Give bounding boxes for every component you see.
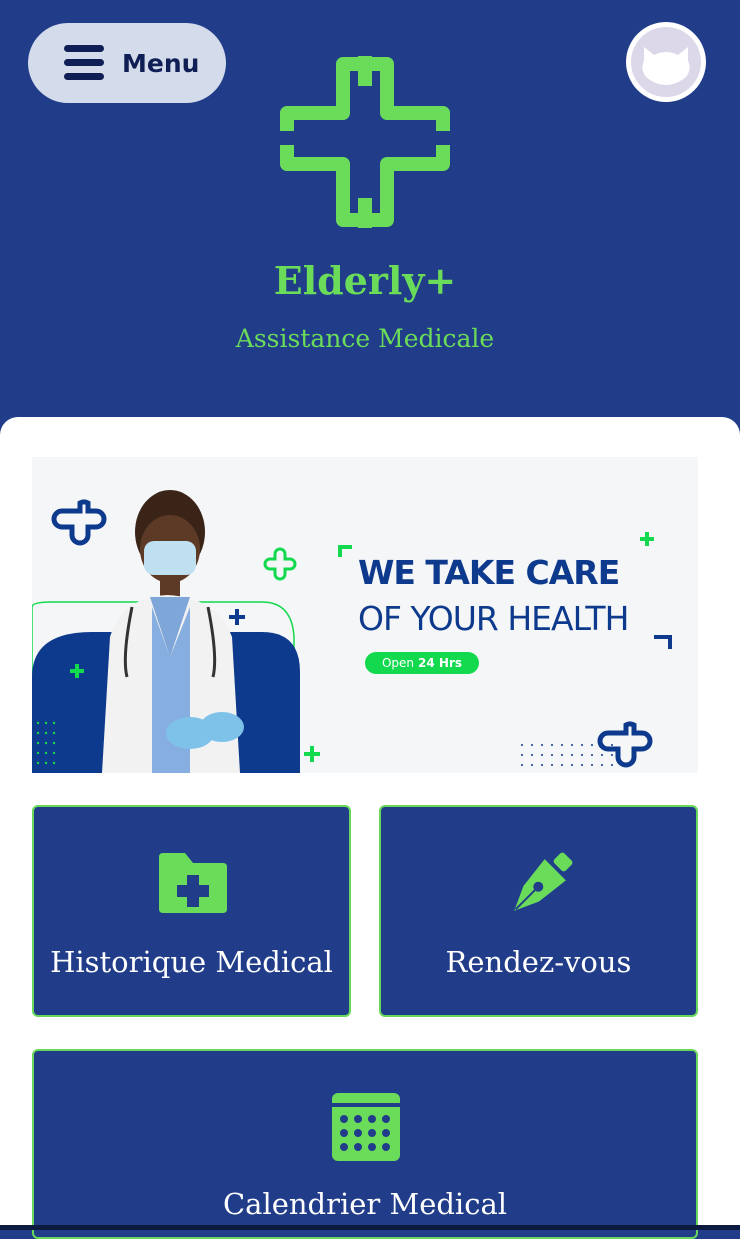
card-calendrier-medical[interactable]: Calendrier Medical	[32, 1049, 698, 1239]
cat-avatar-icon	[631, 27, 701, 97]
user-avatar[interactable]	[626, 22, 706, 102]
card-rendez-vous-label: Rendez-vous	[445, 945, 632, 979]
brand-name: Elderly+	[273, 258, 457, 303]
banner-headline-2: OF YOUR HEALTH	[358, 599, 629, 638]
menu-label: Menu	[122, 48, 200, 78]
hamburger-icon	[64, 45, 104, 81]
app-header: Menu Elderly+ Assistance Medicale	[0, 0, 740, 420]
card-rendez-vous[interactable]: Rendez-vous	[379, 805, 698, 1017]
card-calendrier-label: Calendrier Medical	[222, 1187, 508, 1221]
medical-cross-logo-icon	[279, 56, 451, 228]
bottom-edge	[0, 1225, 740, 1230]
brand-tagline: Assistance Medicale	[235, 324, 495, 353]
banner-headline-1: WE TAKE CARE	[358, 553, 620, 592]
badge-prefix: Open	[381, 656, 415, 670]
medical-folder-icon	[159, 853, 227, 913]
pen-nib-icon	[514, 852, 573, 911]
card-historique-label: Historique Medical	[50, 945, 333, 979]
main-content: WE TAKE CARE OF YOUR HEALTH Open 24 Hrs …	[0, 417, 740, 1239]
doctor-illustration-icon	[102, 490, 244, 773]
menu-button[interactable]: Menu	[28, 23, 226, 103]
card-historique-medical[interactable]: Historique Medical	[32, 805, 351, 1017]
health-banner: WE TAKE CARE OF YOUR HEALTH Open 24 Hrs	[32, 457, 698, 773]
calendar-icon	[332, 1093, 400, 1161]
badge-hours: 24 Hrs	[418, 656, 463, 670]
open-hours-badge: Open 24 Hrs	[365, 652, 479, 674]
